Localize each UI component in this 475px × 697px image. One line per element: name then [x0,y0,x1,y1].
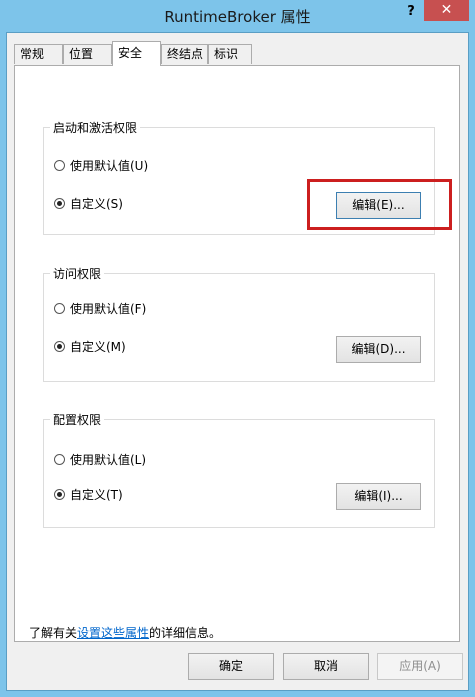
radio-label: 使用默认值(L) [70,453,147,467]
access-permissions-group: 访问权限 使用默认值(F) 自定义(M) 编辑(D)... [43,265,435,382]
cancel-button[interactable]: 取消 [283,653,369,680]
security-tab-panel: 启动和激活权限 使用默认值(U) 自定义(S) 编辑(E)... 访问权限 使用… [14,65,460,642]
launch-custom-radio[interactable]: 自定义(S) [54,195,123,212]
config-custom-radio[interactable]: 自定义(T) [54,486,123,503]
radio-label: 使用默认值(F) [70,302,147,316]
close-button[interactable]: ✕ [424,0,469,21]
help-button[interactable]: ? [398,2,424,22]
launch-permissions-group: 启动和激活权限 使用默认值(U) 自定义(S) 编辑(E)... [43,119,435,235]
properties-window: RuntimeBroker 属性 ? ✕ 常规 位置 安全 终结点 标识 启动和… [0,0,475,697]
tab-location[interactable]: 位置 [63,44,112,64]
tab-security[interactable]: 安全 [112,41,161,66]
ok-button[interactable]: 确定 [188,653,274,680]
radio-label: 自定义(T) [70,488,123,502]
access-edit-button[interactable]: 编辑(D)... [336,336,421,363]
radio-button[interactable] [54,160,65,171]
config-default-radio[interactable]: 使用默认值(L) [54,451,146,468]
info-prefix: 了解有关 [29,626,78,640]
configuration-permissions-group: 配置权限 使用默认值(L) 自定义(T) 编辑(I)... [43,411,435,528]
launch-default-radio[interactable]: 使用默认值(U) [54,157,148,174]
info-text: 了解有关设置这些属性的详细信息。 [29,624,221,641]
title-bar[interactable]: RuntimeBroker 属性 ? ✕ [0,0,475,32]
tab-identity[interactable]: 标识 [208,44,252,64]
info-suffix: 的详细信息。 [149,626,222,640]
radio-label: 自定义(S) [70,197,123,211]
radio-button[interactable] [54,341,65,352]
radio-label: 自定义(M) [70,340,126,354]
close-icon: ✕ [440,2,453,18]
config-edit-button[interactable]: 编辑(I)... [336,483,421,510]
radio-button[interactable] [54,198,65,209]
apply-button[interactable]: 应用(A) [377,653,463,680]
access-custom-radio[interactable]: 自定义(M) [54,338,126,355]
properties-help-link[interactable]: 设置这些属性 [77,626,149,640]
dialog-client-area: 常规 位置 安全 终结点 标识 启动和激活权限 使用默认值(U) 自定义(S) … [6,32,469,691]
radio-button[interactable] [54,303,65,314]
group-title: 配置权限 [50,411,105,428]
tab-general[interactable]: 常规 [14,44,63,64]
radio-button[interactable] [54,489,65,500]
radio-label: 使用默认值(U) [70,159,149,173]
group-title: 启动和激活权限 [50,119,141,136]
radio-button[interactable] [54,454,65,465]
tab-endpoints[interactable]: 终结点 [161,44,208,64]
launch-edit-button[interactable]: 编辑(E)... [336,192,421,219]
access-default-radio[interactable]: 使用默认值(F) [54,300,146,317]
group-title: 访问权限 [50,265,105,282]
